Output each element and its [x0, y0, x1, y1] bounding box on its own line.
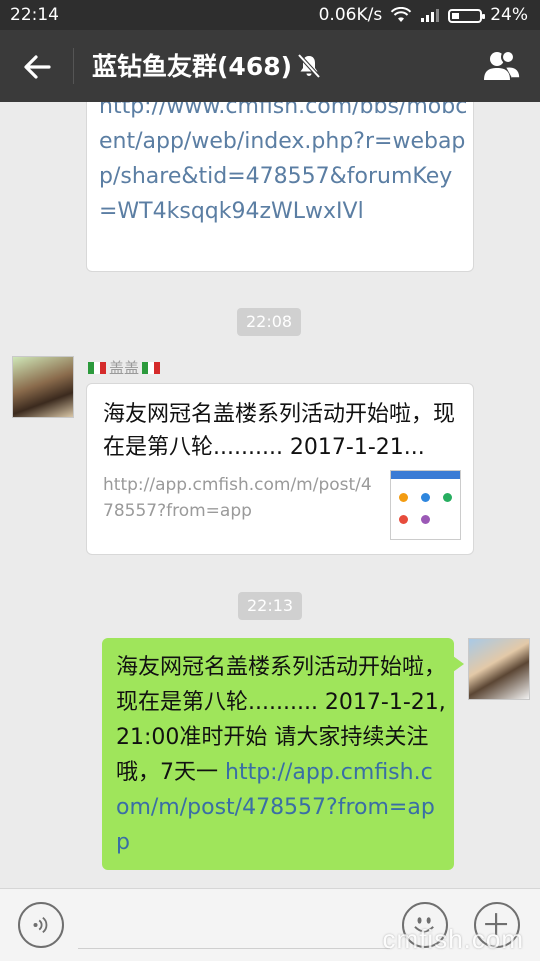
share-card-url: http://app.cmfish.com/m/post/478557?from… — [103, 475, 372, 521]
link-message-bubble[interactable]: http://www.cmfish.com/bbs/mobcent/app/we… — [86, 102, 474, 272]
status-right: 0.06K/s 24% — [319, 5, 528, 25]
status-time: 22:14 — [10, 5, 59, 25]
my-message-text: 海友网冠名盖楼系列活动开始啦，现在是第八轮.......... 2017-1-2… — [116, 650, 446, 860]
sender-name-row: 盖盖 — [88, 357, 161, 378]
group-members-icon[interactable] — [482, 48, 522, 84]
link-message-text[interactable]: http://www.cmfish.com/bbs/mobcent/app/we… — [99, 102, 469, 229]
my-avatar[interactable] — [468, 638, 530, 700]
timestamp-pill: 22:08 — [237, 308, 302, 336]
my-message-bubble[interactable]: 海友网冠名盖楼系列活动开始啦，现在是第八轮.......... 2017-1-2… — [102, 638, 464, 870]
input-bar: cmfish.com — [0, 888, 540, 961]
chat-header: 蓝钻鱼友群(468) — [0, 30, 540, 102]
timestamp-pill: 22:13 — [238, 592, 303, 620]
voice-icon[interactable] — [18, 902, 64, 948]
back-arrow-icon[interactable] — [20, 50, 54, 84]
wifi-icon — [390, 7, 412, 22]
message-input[interactable] — [78, 948, 390, 949]
shared-link-card[interactable]: 海友网冠名盖楼系列活动开始啦，现在是第八轮.......... 2017-1-2… — [86, 383, 474, 555]
header-divider — [73, 48, 74, 84]
share-card-thumbnail — [390, 470, 461, 540]
italy-flag-icon — [88, 361, 106, 374]
status-bar: 22:14 0.06K/s 24% — [0, 0, 540, 30]
battery-icon — [448, 8, 486, 23]
battery-level: 24% — [490, 5, 528, 25]
page-title: 蓝钻鱼友群(468) — [92, 52, 293, 81]
mute-bell-icon — [297, 53, 321, 79]
chat-message-list[interactable]: http://www.cmfish.com/bbs/mobcent/app/we… — [0, 102, 540, 888]
watermark: cmfish.com — [382, 924, 524, 954]
italy-flag-icon — [142, 361, 161, 374]
avatar[interactable] — [12, 356, 74, 418]
share-card-title: 海友网冠名盖楼系列活动开始啦，现在是第八轮.......... 2017-1-2… — [103, 402, 456, 460]
net-speed: 0.06K/s — [318, 5, 383, 25]
sender-name: 盖盖 — [109, 359, 140, 377]
signal-icon — [421, 9, 440, 22]
